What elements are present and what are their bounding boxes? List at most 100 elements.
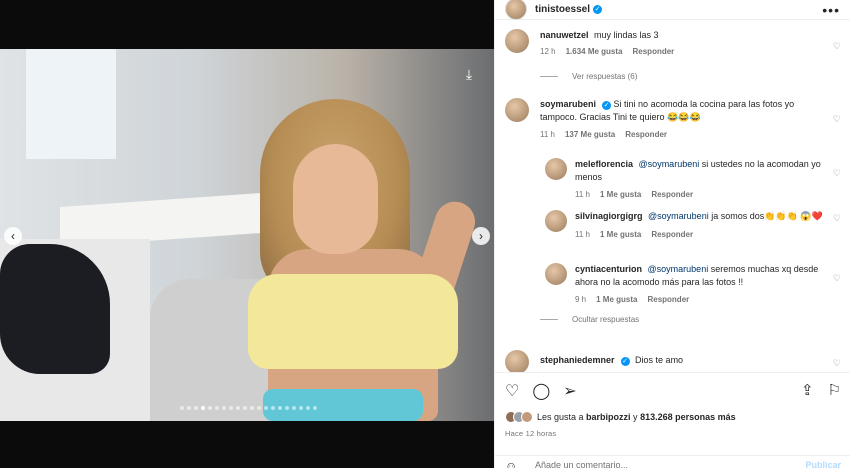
liker-avatar[interactable]: [521, 411, 533, 423]
save-bookmark-icon[interactable]: ⚐: [828, 381, 841, 399]
reply-meleflorencia: meleflorencia @soymarubeni si ustedes no…: [545, 158, 841, 206]
reply-username[interactable]: silvinagiorgigrg: [575, 211, 643, 221]
post-media: ⤓ ‹ ›: [0, 0, 494, 468]
comment-avatar[interactable]: [505, 350, 529, 372]
carousel-dot: [313, 406, 317, 410]
post-side-panel: tinistoessel ✓ ••• nanuwetzel muy lindas…: [494, 0, 850, 468]
reply-username[interactable]: cyntiacenturion: [575, 264, 642, 274]
add-comment-row: ☺ Añade un comentario... Publicar: [495, 455, 850, 468]
add-comment-input[interactable]: Añade un comentario...: [535, 460, 628, 468]
reply-avatar[interactable]: [545, 210, 567, 232]
author-avatar[interactable]: [505, 0, 527, 20]
carousel-dot: [222, 406, 226, 410]
reply-reply-button[interactable]: Responder: [651, 229, 693, 242]
reply-avatar[interactable]: [545, 263, 567, 285]
comment-likes[interactable]: 1.634 Me gusta: [566, 46, 623, 59]
post-photo[interactable]: ⤓ ‹ ›: [0, 49, 494, 421]
verified-badge-icon: ✓: [620, 357, 630, 366]
reply-likes[interactable]: 1 Me gusta: [600, 229, 641, 242]
comment-body: soymarubeni ✓ Si tini no acomoda la cocin…: [540, 98, 823, 142]
reply-meta: 9 h 1 Me gusta Responder: [575, 294, 823, 307]
reply-mention[interactable]: @soymarubeni: [639, 159, 700, 169]
carousel-dot: [278, 406, 282, 410]
comment-likes[interactable]: 137 Me gusta: [565, 129, 615, 142]
action-icons-left: ♡ ◯ ➢: [505, 381, 577, 401]
comment-reply-button[interactable]: Responder: [625, 129, 667, 142]
photo-subject: [228, 99, 481, 421]
like-comment-heart-icon[interactable]: ♡: [833, 41, 841, 52]
comment-username[interactable]: nanuwetzel: [540, 30, 589, 40]
carousel-dot: [250, 406, 254, 410]
carousel-dot: [292, 406, 296, 410]
replies-divider: [540, 76, 558, 77]
comment-avatar[interactable]: [505, 29, 529, 53]
carousel-dot: [299, 406, 303, 410]
replies-divider: [540, 319, 558, 320]
carousel-dot: [243, 406, 247, 410]
reply-likes[interactable]: 1 Me gusta: [596, 294, 637, 307]
verified-badge-icon: ✓: [593, 5, 603, 14]
emoji-icon[interactable]: ☺: [505, 459, 517, 468]
comment-username[interactable]: soymarubeni: [540, 99, 596, 109]
add-to-story-icon[interactable]: ⇪: [801, 381, 814, 399]
like-comment-heart-icon[interactable]: ♡: [833, 114, 841, 125]
reply-silvinagiorgigrg: silvinagiorgigrg @soymarubeni ja somos d…: [545, 210, 841, 258]
more-options-icon[interactable]: •••: [822, 2, 840, 18]
reply-meta: 11 h 1 Me gusta Responder: [575, 189, 823, 202]
reply-reply-button[interactable]: Responder: [651, 189, 693, 202]
like-reply-heart-icon[interactable]: ♡: [833, 168, 841, 179]
reply-time: 11 h: [575, 229, 590, 239]
reply-cyntiacenturion: cyntiacenturion @soymarubeni seremos muc…: [545, 263, 841, 311]
reply-text: ja somos dos👏👏👏 😱❤️: [708, 211, 823, 221]
post-actions: ♡ ◯ ➢ ⇪ ⚐ Les gusta a barbipozzi y 813.2…: [495, 372, 850, 468]
download-icon[interactable]: ⤓: [458, 63, 480, 85]
reply-time: 9 h: [575, 295, 587, 304]
like-reply-heart-icon[interactable]: ♡: [833, 213, 841, 224]
like-heart-icon[interactable]: ♡: [505, 381, 519, 401]
likes-summary: Les gusta a barbipozzi y 813.268 persona…: [505, 411, 736, 423]
post-time: Hace 12 horas: [505, 429, 557, 438]
comment-reply-button[interactable]: Responder: [633, 46, 675, 59]
comment-time: 12 h: [540, 46, 556, 56]
reply-avatar[interactable]: [545, 158, 567, 180]
comment-nanuwetzel: nanuwetzel muy lindas las 3 12 h 1.634 M…: [505, 29, 841, 63]
comment-soymarubeni: soymarubeni ✓ Si tini no acomoda la cocin…: [505, 98, 841, 148]
reply-mention[interactable]: @soymarubeni: [648, 264, 709, 274]
carousel-next-button[interactable]: ›: [472, 227, 490, 245]
share-send-icon[interactable]: ➢: [563, 381, 576, 401]
like-reply-heart-icon[interactable]: ♡: [833, 273, 841, 284]
comment-stephaniedemner: stephaniedemner ✓ Dios te amo ♡: [505, 350, 841, 372]
view-replies-button[interactable]: Ver respuestas (6): [540, 72, 637, 81]
like-comment-heart-icon[interactable]: ♡: [833, 358, 841, 369]
view-replies-label[interactable]: Ver respuestas (6): [572, 72, 637, 81]
likes-count[interactable]: 813.268 personas más: [640, 412, 736, 422]
hide-replies-label[interactable]: Ocultar respuestas: [572, 315, 639, 324]
reply-body: cyntiacenturion @soymarubeni seremos muc…: [575, 263, 823, 307]
reply-likes[interactable]: 1 Me gusta: [600, 189, 641, 202]
publish-button[interactable]: Publicar: [805, 460, 841, 468]
comment-username[interactable]: stephaniedemner: [540, 355, 615, 365]
carousel-prev-button[interactable]: ‹: [4, 227, 22, 245]
carousel-dots: [180, 406, 317, 410]
carousel-dot: [271, 406, 275, 410]
background-clothes: [0, 244, 110, 374]
background-window: [26, 49, 116, 159]
carousel-dot: [180, 406, 184, 410]
comment-bubble-icon[interactable]: ◯: [532, 381, 550, 401]
subject-face: [293, 144, 378, 254]
comment-avatar[interactable]: [505, 98, 529, 122]
reply-username[interactable]: meleflorencia: [575, 159, 633, 169]
subject-top: [248, 274, 458, 369]
reply-reply-button[interactable]: Responder: [647, 294, 689, 307]
likes-text: Les gusta a barbipozzi y 813.268 persona…: [537, 412, 736, 422]
post-header: tinistoessel ✓ •••: [495, 0, 850, 20]
hide-replies-button[interactable]: Ocultar respuestas: [540, 315, 639, 324]
comment-text: muy lindas las 3: [594, 30, 659, 40]
verified-badge-icon: ✓: [602, 101, 612, 110]
carousel-dot: [201, 406, 205, 410]
author-username[interactable]: tinistoessel: [535, 4, 590, 15]
comment-meta: 12 h 1.634 Me gusta Responder: [540, 46, 823, 59]
carousel-dot: [194, 406, 198, 410]
reply-mention[interactable]: @soymarubeni: [648, 211, 709, 221]
liked-by-user[interactable]: barbipozzi: [586, 412, 631, 422]
